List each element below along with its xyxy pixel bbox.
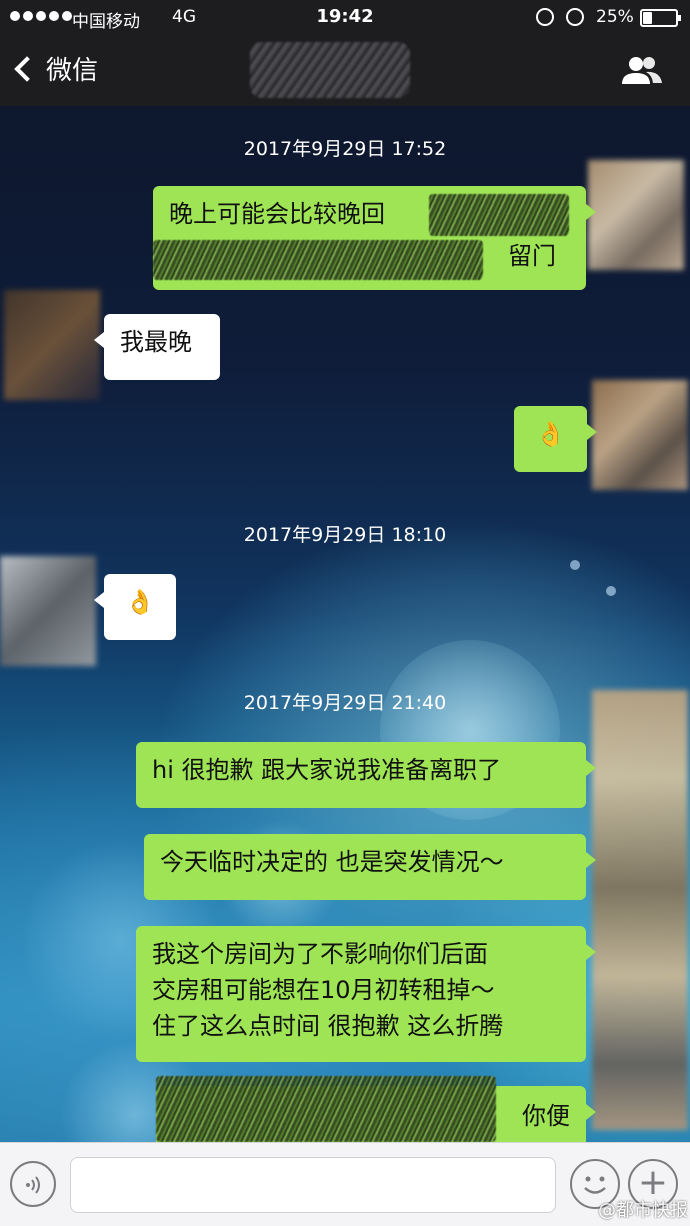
watermark: @都市快报 xyxy=(598,1200,688,1221)
received-message[interactable]: 👌 xyxy=(94,574,176,640)
message-text: 今天临时决定的 也是突发情况～ xyxy=(160,848,504,876)
sent-message[interactable]: 你便 xyxy=(156,1076,596,1142)
back-button[interactable]: 微信 xyxy=(14,50,99,87)
ok-hand-emoji: 👌 xyxy=(535,420,566,448)
back-label: 微信 xyxy=(46,56,99,86)
my-avatar[interactable] xyxy=(592,690,688,1130)
chat-title-redacted xyxy=(250,42,410,98)
redacted-scribble xyxy=(429,194,569,236)
status-bar: 中国移动 4G 19:42 25% xyxy=(0,0,690,36)
message-timestamp: 2017年9月29日 21:40 xyxy=(243,692,447,714)
message-text-line: 交房租可能想在10月初转租掉～ xyxy=(152,976,495,1004)
orientation-lock-icon xyxy=(536,8,554,26)
sent-message[interactable]: 我这个房间为了不影响你们后面 交房租可能想在10月初转租掉～ 住了这么点时间 很… xyxy=(136,926,596,1062)
sent-message[interactable]: 晚上可能会比较晚回 留门 xyxy=(153,186,596,290)
message-text: 我最晚 xyxy=(120,328,192,356)
alarm-icon xyxy=(566,8,584,26)
sent-message[interactable]: 今天临时决定的 也是突发情况～ xyxy=(144,834,596,900)
received-message[interactable]: 我最晚 xyxy=(94,314,220,380)
sent-message[interactable]: hi 很抱歉 跟大家说我准备离职了 xyxy=(136,742,596,808)
my-avatar[interactable] xyxy=(592,380,688,490)
voice-input-button[interactable] xyxy=(10,1161,56,1207)
ok-hand-emoji: 👌 xyxy=(125,588,155,616)
redacted-scribble xyxy=(156,1076,496,1142)
my-avatar[interactable] xyxy=(588,160,684,270)
battery-icon xyxy=(640,9,681,27)
contacts-icon[interactable] xyxy=(620,54,664,88)
chevron-left-icon xyxy=(14,55,40,82)
status-time: 19:42 xyxy=(316,6,374,27)
message-text-line: 我这个房间为了不影响你们后面 xyxy=(152,940,488,968)
battery-percent: 25% xyxy=(596,7,634,27)
message-timestamp: 2017年9月29日 17:52 xyxy=(243,138,447,160)
message-timestamp: 2017年9月29日 18:10 xyxy=(243,524,447,546)
message-text-tail: 留门 xyxy=(508,242,556,270)
message-input-bar: + xyxy=(0,1142,690,1226)
contact-avatar[interactable] xyxy=(4,290,100,400)
navigation-bar: 微信 xyxy=(0,36,690,106)
voice-icon xyxy=(26,1176,40,1194)
message-text-tail: 你便 xyxy=(522,1102,570,1130)
message-input[interactable] xyxy=(70,1157,556,1213)
contact-avatar[interactable] xyxy=(0,556,96,666)
message-text: hi 很抱歉 跟大家说我准备离职了 xyxy=(152,756,502,784)
redacted-scribble xyxy=(153,240,483,280)
message-text-line: 住了这么点时间 很抱歉 这么折腾 xyxy=(152,1012,504,1040)
sent-message[interactable]: 👌 xyxy=(514,406,597,472)
